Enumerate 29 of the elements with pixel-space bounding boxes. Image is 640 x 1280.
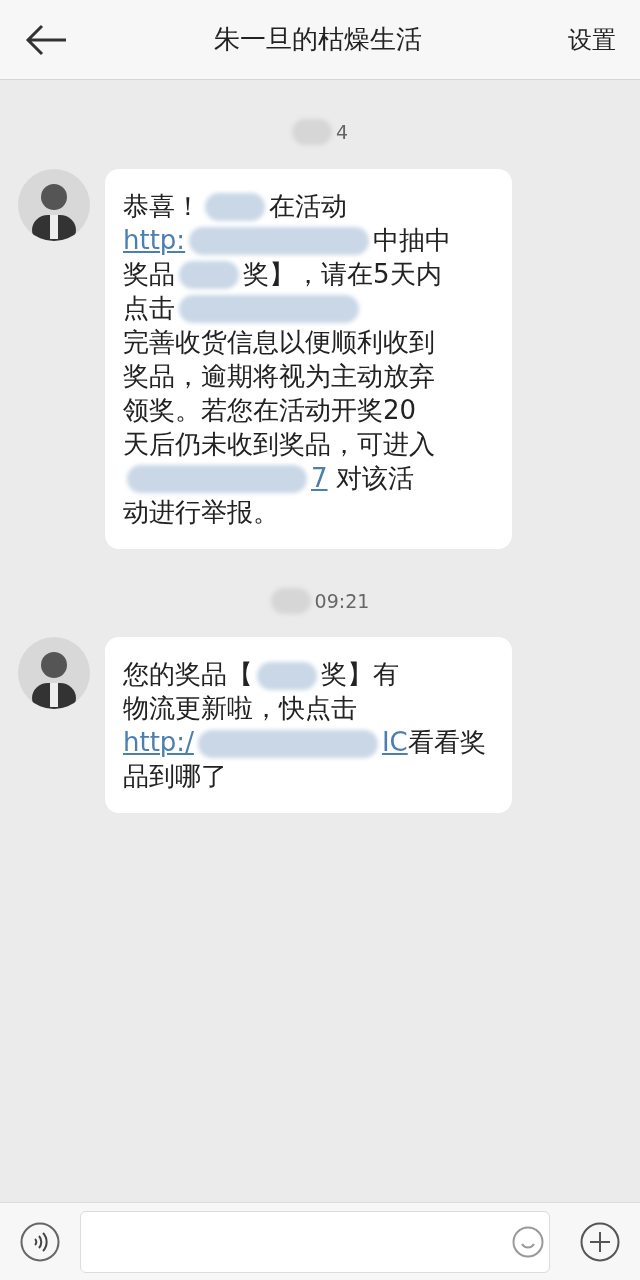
message-text: 在活动 — [269, 190, 347, 221]
message-text: 看看奖 — [407, 727, 486, 757]
message-text: 恭喜！ — [123, 190, 201, 221]
message-text: 完善收货信息以便顺利收到 — [123, 326, 435, 357]
settings-button[interactable]: 设置 — [568, 21, 616, 58]
message-text: 物流更新啦，快点击 — [123, 693, 357, 723]
message-time: 09:21 — [314, 588, 370, 614]
message-text: 奖品 — [123, 258, 175, 289]
message-text: 中抽中 — [373, 224, 452, 255]
message-text: 奖】有 — [321, 659, 399, 689]
message-text: 品到哪了 — [123, 761, 227, 791]
message-text: 天后仍未收到奖品，可进入 — [123, 428, 435, 459]
message-input[interactable] — [80, 1210, 550, 1273]
message-text: 奖品，逾期将视为主动放弃 — [123, 360, 435, 391]
message-text: 对该活 — [334, 462, 414, 493]
message-text: 动进行举报。 — [123, 496, 279, 527]
message-link[interactable]: http: — [123, 224, 186, 255]
message-text: 领奖。若您在活动开奖20 — [123, 394, 417, 425]
message-time: 4 — [335, 120, 349, 145]
voice-icon[interactable] — [20, 1221, 60, 1262]
message-link[interactable]: 7 — [311, 462, 328, 493]
message-text: 点击 — [123, 292, 175, 323]
message-link[interactable]: IC — [381, 727, 408, 757]
message-link[interactable]: http:/ — [123, 727, 194, 757]
message-text: 奖】，请在5天内 — [243, 258, 442, 289]
chat-title: 朱一旦的枯燥生活 — [214, 23, 422, 56]
plus-icon[interactable] — [580, 1221, 620, 1262]
message-text: 您的奖品【 — [123, 659, 253, 689]
back-arrow-icon[interactable] — [24, 23, 68, 56]
